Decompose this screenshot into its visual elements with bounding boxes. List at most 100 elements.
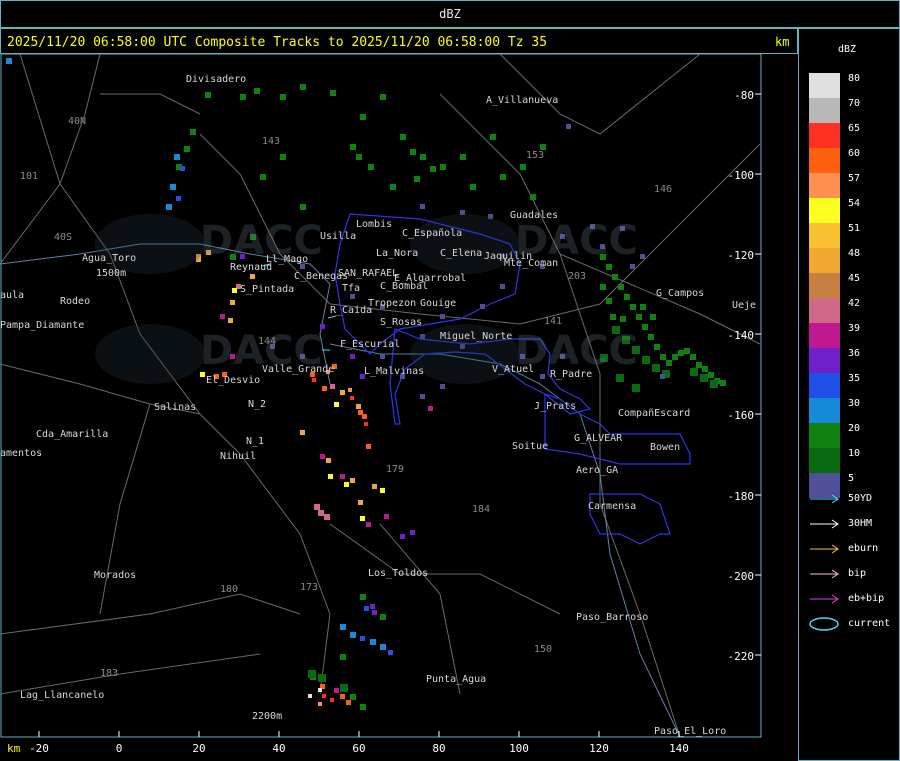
place-label: A_Villanueva [486,95,558,106]
route-label: 141 [544,316,562,327]
place-label: L_Malvinas [364,366,424,377]
route-label: 144 [258,336,276,347]
legend-swatch [809,198,840,223]
place-label: Rodeo [60,296,90,307]
route-label: 40N [68,116,86,127]
legend-level-label: 20 [848,423,861,434]
place-label: C_Bombal [380,281,428,292]
window-title: dBZ [439,7,461,21]
legend-swatch [809,73,840,98]
place-label: CompañEscard [618,408,690,419]
legend-level-label: 45 [848,273,861,284]
place-label: Carmensa [588,501,636,512]
legend-swatch [809,298,840,323]
legend-level-label: 60 [848,148,861,159]
place-label: R_Padre [550,369,592,380]
place-label: Gouige [420,298,456,309]
place-label: C_Española [402,228,462,239]
legend-level-label: 57 [848,173,861,184]
y-tick-label: -220 [728,650,755,663]
place-label: Punta_Agua [426,674,486,685]
place-label: Nihuil [220,451,256,462]
place-label: Miguel_Norte [440,331,512,342]
composite-header: 2025/11/20 06:58:00 UTC Composite Tracks… [7,35,548,50]
route-label: 203 [568,271,586,282]
x-tick-label: 0 [116,742,123,755]
legend-track-label: bip [848,568,867,579]
place-label: Agua_Toro [82,253,136,264]
legend-level-label: 36 [848,348,861,359]
legend-swatch [809,248,840,273]
place-label: 1500m [96,268,126,279]
x-tick-label: 40 [272,742,285,755]
place-label: Valle_Grande [262,364,334,375]
legend-swatch [809,348,840,373]
route-label: 180 [220,584,238,595]
x-tick-label: 60 [352,742,365,755]
place-label: J_Prats [534,401,576,412]
legend-swatch [809,148,840,173]
y-tick-label: -120 [728,249,755,262]
legend-level-label: 48 [848,248,861,259]
legend-level-label: 51 [848,223,861,234]
x-tick-label: 120 [589,742,609,755]
track-arrow-icon [810,569,839,579]
place-label: Lag_Llancanelo [20,690,104,701]
x-tick-label: 80 [432,742,445,755]
route-label: 150 [534,644,552,655]
track-arrow-icon [810,594,839,604]
place-label: C_Benegas [294,271,348,282]
place-label: Mte_Coman [504,258,558,269]
place-label: Tropezon [368,298,416,309]
place-label: aula [0,290,24,301]
place-label: S_Pintada [240,284,294,295]
place-label: Guadales [510,210,558,221]
legend-swatch [809,373,840,398]
legend-track-label: eb+bip [848,593,885,604]
place-label: El_Desvio [206,375,260,386]
place-label: Morados [94,570,136,581]
track-arrow-icon [810,544,839,554]
legend-swatch [809,173,840,198]
y-tick-label: -160 [728,409,755,422]
route-label: 40S [54,232,72,243]
legend-track-label: eburn [848,543,879,554]
x-tick-label: -20 [29,742,49,755]
y-tick-label: -100 [728,169,755,182]
legend-level-label: 70 [848,98,861,109]
y-tick-label: -140 [728,329,755,342]
route-label: 153 [526,150,544,161]
place-label: N_1 [246,436,264,447]
place-label: Cda_Amarilla [36,429,108,440]
legend-level-label: 35 [848,373,861,384]
legend-level-label: 54 [848,198,861,209]
legend-track-label: 50YD [848,493,873,504]
place-label: Salinas [154,402,196,413]
place-label: R_Caida [330,305,372,316]
route-label: 146 [654,184,672,195]
route-label: 101 [20,171,38,182]
place-label: Ll_Mago [266,254,308,265]
track-arrow-icon [810,519,839,529]
track-arrow-icon [810,494,839,504]
place-label: La_Nora [376,248,418,259]
legend-swatch [809,123,840,148]
place-label: Tfa [342,283,360,294]
place-label: C_Elena [440,248,482,259]
legend-swatch [809,98,840,123]
place-label: Pampa_Diamante [0,320,84,331]
legend-level-label: 30 [848,398,861,409]
km-unit-label: km [775,35,790,49]
place-label: Lombis [356,219,392,230]
place-label: N_2 [248,399,266,410]
place-label: Los_Toldos [368,568,428,579]
legend-level-label: 39 [848,323,861,334]
place-label: F_Escurial [340,339,400,350]
x-axis-unit: km [7,742,21,755]
legend-swatch [809,223,840,248]
place-label: S_Rosas [380,317,422,328]
current-ellipse-icon [809,617,839,631]
legend-level-label: 80 [848,73,861,84]
place-label: Paso_El_Loro [654,726,726,737]
radar-map[interactable]: DACC DACC DACC DACC Divisadero A_Villanu… [0,54,798,761]
